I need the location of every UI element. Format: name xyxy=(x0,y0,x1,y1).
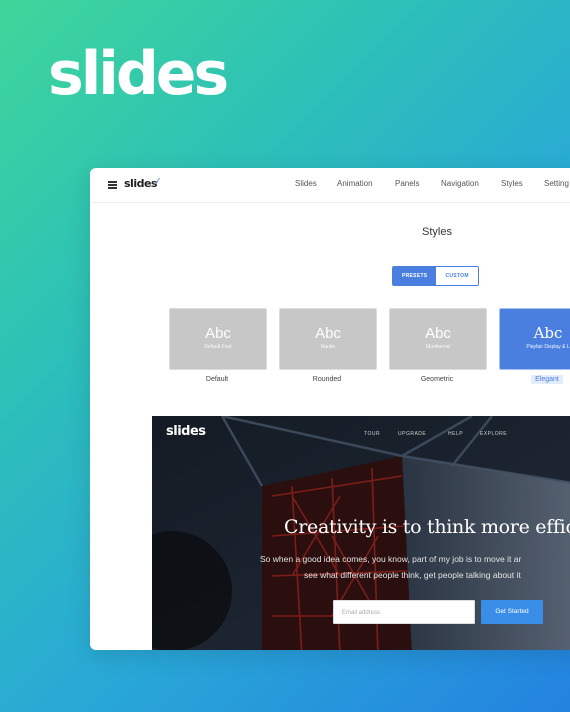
card-font: Playfair Display & L xyxy=(526,344,570,350)
card-font: Default Font xyxy=(204,344,232,350)
style-card-default[interactable]: Abc Default Font xyxy=(169,308,267,370)
page-title: Styles xyxy=(422,226,452,238)
nav-slides[interactable]: Slides xyxy=(295,179,317,188)
preview-subtitle-line-2: see what different people think, get peo… xyxy=(304,570,521,580)
email-field[interactable]: Email address xyxy=(333,600,475,624)
card-label: Elegant xyxy=(499,375,570,384)
menu-icon[interactable] xyxy=(108,181,117,189)
card-sample: Abc xyxy=(533,324,563,342)
preview-logo: slides xyxy=(166,424,206,439)
app-logo[interactable]: slides⁄ xyxy=(124,177,158,190)
preview-headline: Creativity is to think more efficien xyxy=(284,516,570,538)
card-label: Default xyxy=(205,376,229,383)
preview-subtitle-line-1: So when a good idea comes, you know, par… xyxy=(260,554,522,564)
top-bar: slides⁄ Slides Animation Panels Navigati… xyxy=(90,168,570,203)
card-sample: Abc xyxy=(315,325,341,342)
tab-presets[interactable]: PRESETS xyxy=(393,267,437,285)
card-sample: Abc xyxy=(205,325,231,342)
card-font: Nunito xyxy=(320,344,336,350)
nav-styles[interactable]: Styles xyxy=(501,179,523,188)
app-window: slides⁄ Slides Animation Panels Navigati… xyxy=(90,168,570,650)
preview-nav-upgrade[interactable]: UPGRADE xyxy=(398,431,426,437)
nav-animation[interactable]: Animation xyxy=(337,179,373,188)
preview-nav-tour[interactable]: TOUR xyxy=(364,431,380,437)
preset-toggle: PRESETS CUSTOM xyxy=(392,266,479,286)
tab-custom[interactable]: CUSTOM xyxy=(436,267,478,285)
card-font: Montserrat xyxy=(426,344,450,350)
preview-nav-explore[interactable]: EXPLORE xyxy=(480,431,507,437)
nav-panels[interactable]: Panels xyxy=(395,179,419,188)
get-started-button[interactable]: Get Started xyxy=(481,600,543,624)
brand-wordmark: slides xyxy=(48,39,229,109)
nav-navigation[interactable]: Navigation xyxy=(441,179,479,188)
theme-preview: slides TOUR UPGRADE HELP EXPLORE Creativ… xyxy=(152,416,570,650)
card-label: Geometric xyxy=(420,376,454,383)
style-card-elegant[interactable]: Abc Playfair Display & L xyxy=(499,308,570,370)
card-sample: Abc xyxy=(425,325,451,342)
style-card-rounded[interactable]: Abc Nunito xyxy=(279,308,377,370)
preview-nav-help[interactable]: HELP xyxy=(448,431,463,437)
style-card-geometric[interactable]: Abc Montserrat xyxy=(389,308,487,370)
card-label: Rounded xyxy=(312,376,342,383)
nav-settings[interactable]: Setting xyxy=(544,179,569,188)
